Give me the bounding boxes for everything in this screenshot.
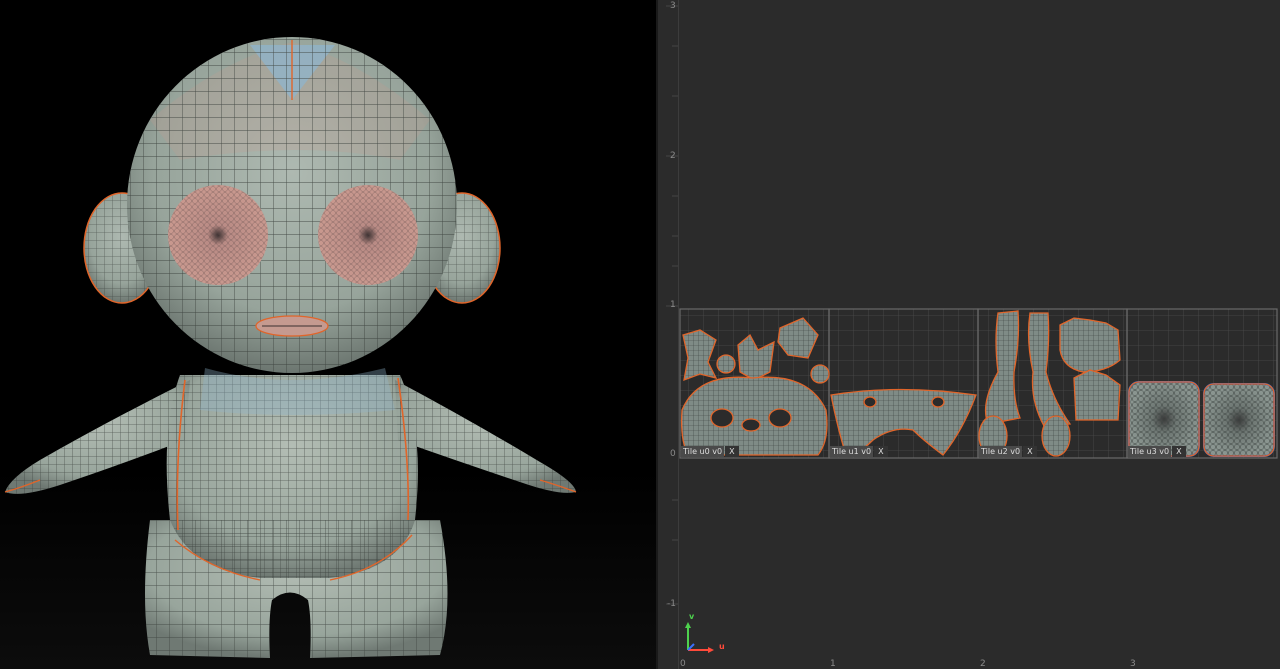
uv-axis-gizmo-icon	[685, 622, 714, 653]
3d-viewport[interactable]	[0, 0, 656, 669]
gizmo-v-label: v	[689, 612, 695, 621]
uv-tile-area[interactable]	[658, 0, 1280, 669]
tile-name-u3: Tile u3 v0	[1128, 446, 1172, 457]
tile-close-button-u2[interactable]: X	[1023, 446, 1037, 457]
tile-label-u3[interactable]: Tile u3 v0 X	[1128, 446, 1186, 457]
tile-close-button-u1[interactable]: X	[874, 446, 888, 457]
tile-label-u2[interactable]: Tile u2 v0 X	[979, 446, 1037, 457]
gizmo-u-label: u	[719, 642, 725, 651]
monkey-mesh-model	[4, 37, 577, 658]
tile-close-button-u3[interactable]: X	[1172, 446, 1186, 457]
tile-close-button-u0[interactable]: X	[725, 446, 739, 457]
tile-name-u1: Tile u1 v0	[830, 446, 874, 457]
tile-name-u2: Tile u2 v0	[979, 446, 1023, 457]
uv-editor-panel[interactable]: 3 2 1 0 -1 0 1 2 3 Tile u0 v0 X Tile u1 …	[658, 0, 1280, 669]
tile-label-u1[interactable]: Tile u1 v0 X	[830, 446, 888, 457]
tile-name-u0: Tile u0 v0	[681, 446, 725, 457]
tile-label-u0[interactable]: Tile u0 v0 X	[681, 446, 739, 457]
